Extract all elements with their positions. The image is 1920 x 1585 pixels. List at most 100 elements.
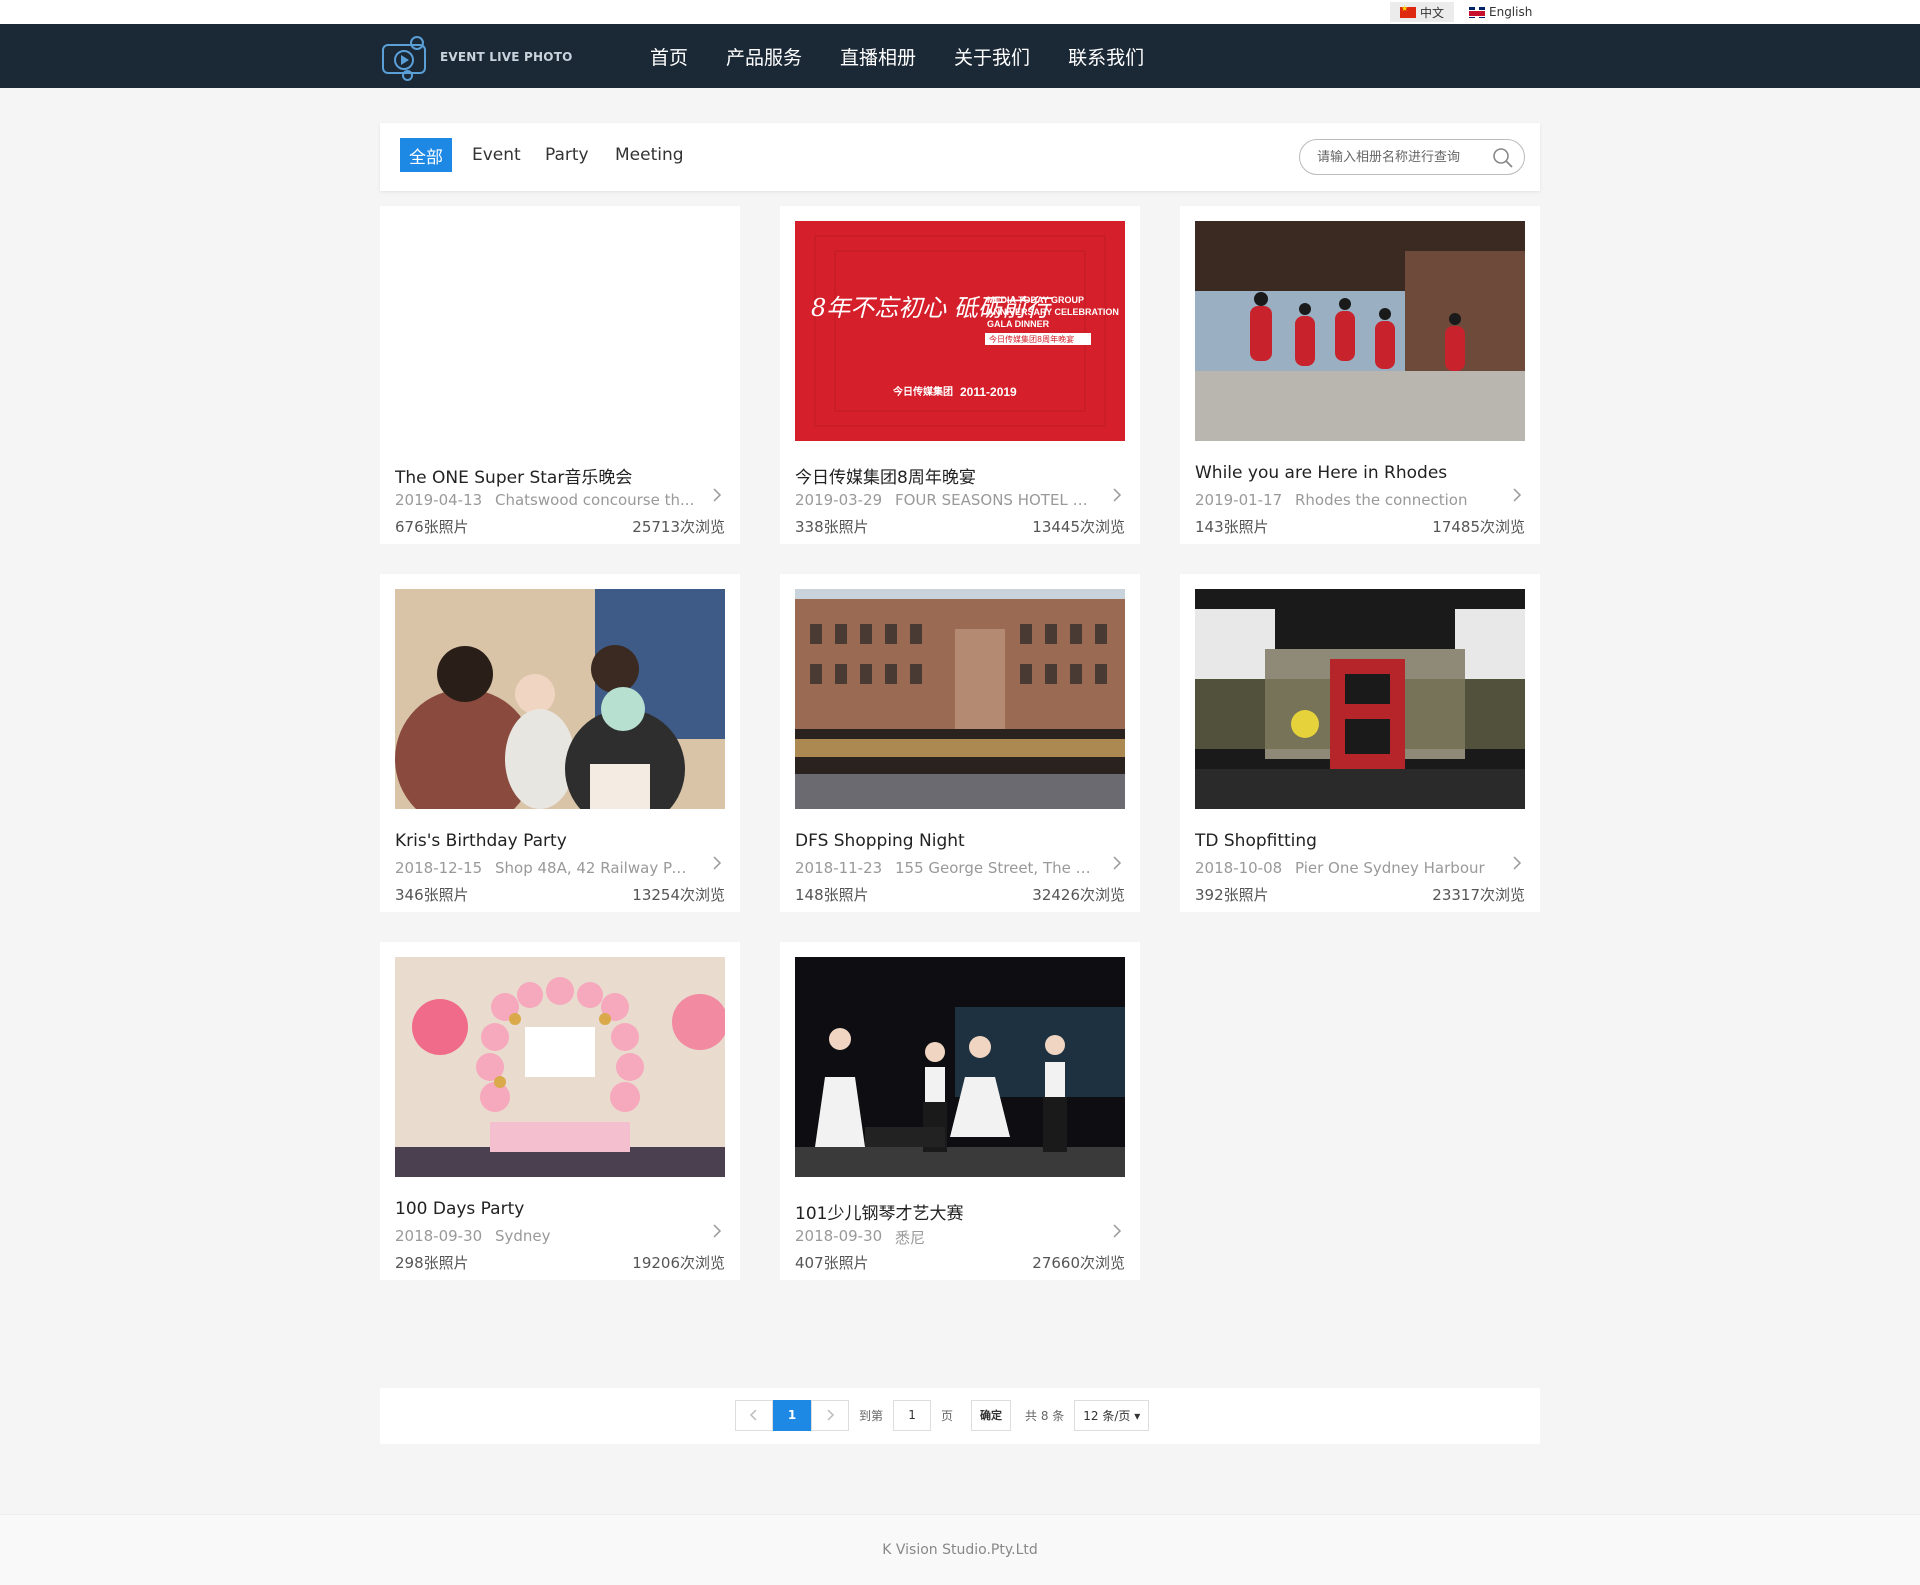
chevron-right-icon[interactable] <box>1109 484 1125 506</box>
camera-logo-icon <box>380 32 432 82</box>
filter-bar: 全部 Event Party Meeting <box>380 123 1540 191</box>
stage-photo <box>1195 589 1525 809</box>
logo[interactable]: EVENT LIVE PHOTO <box>380 32 573 82</box>
next-page-button[interactable] <box>811 1399 849 1431</box>
page-size-select[interactable]: 12 条/页 ▾ <box>1074 1399 1150 1431</box>
album-cover-image[interactable] <box>395 221 725 441</box>
search-icon[interactable] <box>1492 147 1514 169</box>
album-cover-image[interactable] <box>395 589 725 809</box>
album-title[interactable]: 101少儿钢琴才艺大赛 <box>795 1199 1125 1224</box>
album-title[interactable]: While you are Here in Rhodes <box>1195 463 1525 483</box>
lang-chinese-label: 中文 <box>1420 5 1445 20</box>
chevron-right-icon[interactable] <box>709 1220 725 1242</box>
footer-text: K Vision Studio.Pty.Ltd <box>882 1542 1038 1558</box>
album-card[interactable]: While you are Here in Rhodes 2019-01-17 … <box>1180 206 1540 544</box>
album-title[interactable]: 今日传媒集团8周年晚宴 <box>795 463 1125 488</box>
prev-page-button[interactable] <box>735 1399 773 1431</box>
album-cover-image[interactable] <box>795 957 1125 1177</box>
site-footer: K Vision Studio.Pty.Ltd <box>0 1514 1920 1585</box>
album-location: Pier One Sydney Harbour <box>1295 859 1485 877</box>
album-location: Shop 48A, 42 Railway Par... <box>495 859 695 877</box>
album-card[interactable]: DFS Shopping Night 2018-11-23 155 George… <box>780 574 1140 912</box>
chevron-right-icon[interactable] <box>1109 1220 1125 1242</box>
main-nav: 首页 产品服务 直播相册 关于我们 联系我们 <box>650 24 1182 88</box>
page-unit-label: 页 <box>941 1408 954 1423</box>
chevron-right-icon[interactable] <box>709 484 725 506</box>
nav-contact[interactable]: 联系我们 <box>1068 43 1144 70</box>
search-input[interactable] <box>1317 149 1487 165</box>
album-photo-count: 143张照片 <box>1195 518 1269 536</box>
album-title[interactable]: TD Shopfitting <box>1195 831 1525 851</box>
goto-page-input[interactable] <box>893 1399 932 1431</box>
album-photo-count: 346张照片 <box>395 886 469 904</box>
album-date: 2018-09-30 <box>395 1227 483 1245</box>
confirm-button[interactable]: 确定 <box>971 1399 1012 1431</box>
building-photo <box>795 589 1125 809</box>
album-photo-count: 392张照片 <box>1195 886 1269 904</box>
album-location: Chatswood concourse th... <box>495 491 695 509</box>
album-view-count: 19206次浏览 <box>632 1254 725 1272</box>
album-location: FOUR SEASONS HOTEL S... <box>895 491 1095 509</box>
album-card[interactable]: 8年不忘初心 砥砺前行 MEDIA TODAY GROUP ANNIVERSAR… <box>780 206 1140 544</box>
album-view-count: 27660次浏览 <box>1032 1254 1125 1272</box>
china-flag-icon <box>1400 4 1416 18</box>
album-cover-image[interactable] <box>795 589 1125 809</box>
album-date: 2018-10-08 <box>1195 859 1283 877</box>
tab-all[interactable]: 全部 <box>400 138 452 172</box>
album-title[interactable]: The ONE Super Star音乐晚会 <box>395 463 725 488</box>
poster-en-1: MEDIA TODAY GROUP <box>987 295 1084 305</box>
total-count: 共 8 条 <box>1025 1408 1065 1423</box>
chevron-right-icon[interactable] <box>1109 852 1125 874</box>
album-cover-image[interactable] <box>395 957 725 1177</box>
chevron-left-icon <box>749 1409 757 1421</box>
album-card[interactable]: TD Shopfitting 2018-10-08 Pier One Sydne… <box>1180 574 1540 912</box>
album-card[interactable]: 101少儿钢琴才艺大赛 2018-09-30 悉尼 407张照片 27660次浏… <box>780 942 1140 1280</box>
poster-en-2: ANNIVERSARY CELEBRATION <box>987 307 1119 317</box>
logo-text: EVENT LIVE PHOTO <box>440 50 573 64</box>
album-view-count: 23317次浏览 <box>1432 886 1525 904</box>
nav-about[interactable]: 关于我们 <box>954 43 1030 70</box>
chevron-right-icon[interactable] <box>709 852 725 874</box>
album-card[interactable]: 100 Days Party 2018-09-30 Sydney 298张照片 … <box>380 942 740 1280</box>
lang-english[interactable]: English <box>1459 2 1542 22</box>
gala-poster-image: 8年不忘初心 砥砺前行 MEDIA TODAY GROUP ANNIVERSAR… <box>795 221 1125 441</box>
album-title[interactable]: Kris's Birthday Party <box>395 831 725 851</box>
album-location: 155 George Street, The R... <box>895 859 1095 877</box>
tab-event[interactable]: Event <box>463 138 530 172</box>
nav-home[interactable]: 首页 <box>650 43 688 70</box>
album-view-count: 13445次浏览 <box>1032 518 1125 536</box>
nav-products[interactable]: 产品服务 <box>726 43 802 70</box>
album-title[interactable]: 100 Days Party <box>395 1199 725 1219</box>
album-location: Sydney <box>495 1227 551 1245</box>
album-title[interactable]: DFS Shopping Night <box>795 831 1125 851</box>
tab-meeting[interactable]: Meeting <box>606 138 693 172</box>
album-card[interactable]: The ONE Super Star音乐晚会 2019-04-13 Chatsw… <box>380 206 740 544</box>
album-photo-count: 676张照片 <box>395 518 469 536</box>
album-view-count: 25713次浏览 <box>632 518 725 536</box>
album-view-count: 17485次浏览 <box>1432 518 1525 536</box>
album-photo-count: 407张照片 <box>795 1254 869 1272</box>
lang-chinese[interactable]: 中文 <box>1390 2 1455 22</box>
page-number-button[interactable]: 1 <box>773 1399 811 1431</box>
nav-live-albums[interactable]: 直播相册 <box>840 43 916 70</box>
album-card[interactable]: Kris's Birthday Party 2018-12-15 Shop 48… <box>380 574 740 912</box>
album-cover-image[interactable] <box>1195 589 1525 809</box>
album-cover-image[interactable]: 8年不忘初心 砥砺前行 MEDIA TODAY GROUP ANNIVERSAR… <box>795 221 1125 441</box>
chevron-right-icon[interactable] <box>1509 852 1525 874</box>
search-box <box>1299 139 1525 175</box>
album-view-count: 13254次浏览 <box>632 886 725 904</box>
album-cover-image[interactable] <box>1195 221 1525 441</box>
tab-party[interactable]: Party <box>536 138 598 172</box>
chevron-right-icon[interactable] <box>1509 484 1525 506</box>
album-date: 2019-01-17 <box>1195 491 1283 509</box>
uk-flag-icon <box>1469 6 1485 18</box>
pagination-bar: 1 到第 页 确定 共 8 条 12 条/页 ▾ <box>380 1388 1540 1444</box>
poster-years: 2011-2019 <box>960 385 1017 399</box>
album-date: 2019-04-13 <box>395 491 483 509</box>
language-bar: 中文 English <box>0 0 1920 24</box>
album-photo-count: 338张照片 <box>795 518 869 536</box>
album-location: Rhodes the connection <box>1295 491 1468 509</box>
site-header: EVENT LIVE PHOTO 首页 产品服务 直播相册 关于我们 联系我们 <box>0 24 1920 88</box>
pagination: 1 到第 页 确定 共 8 条 12 条/页 ▾ <box>735 1399 1150 1431</box>
poster-en-3: GALA DINNER <box>987 319 1050 329</box>
